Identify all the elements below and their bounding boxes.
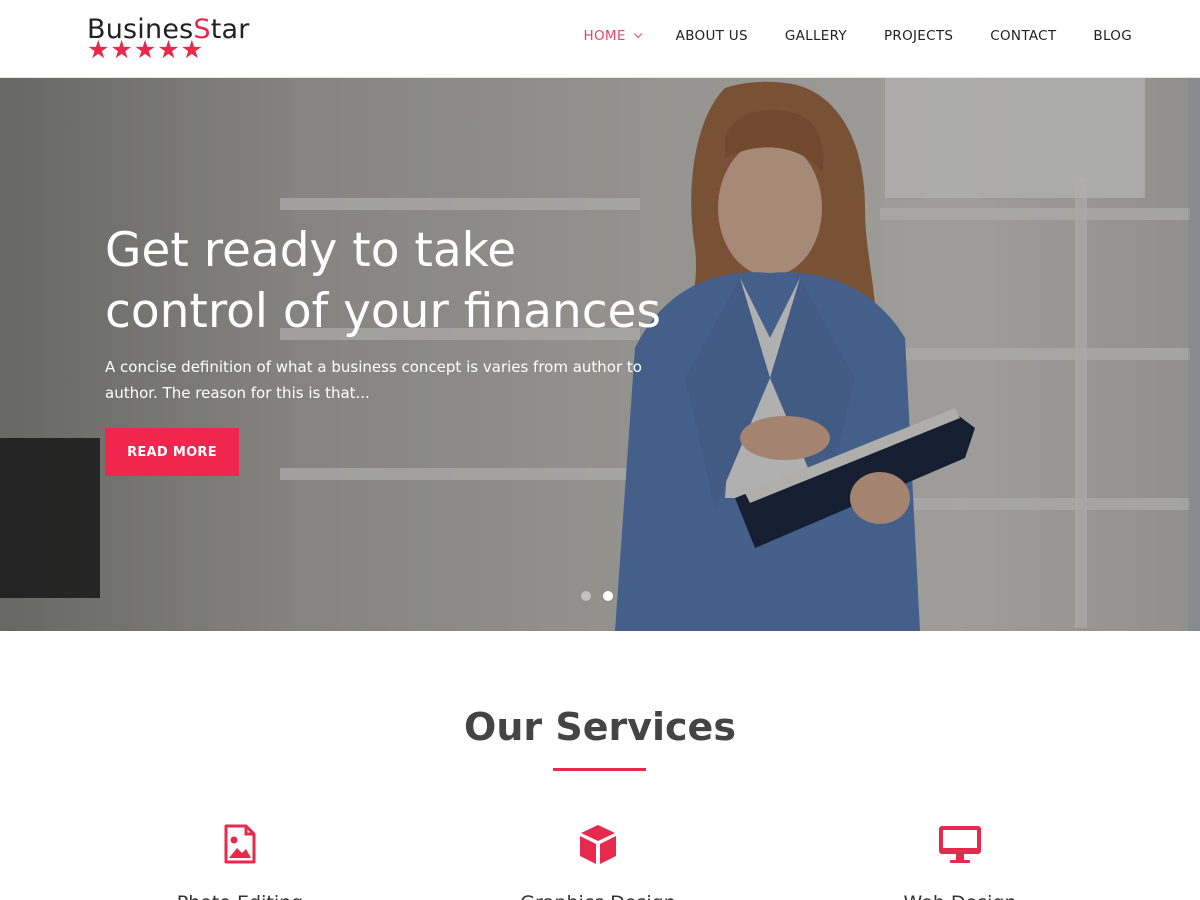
- slider-dot-2[interactable]: [603, 591, 613, 601]
- chevron-down-icon: [633, 29, 643, 39]
- services-heading: Our Services: [464, 705, 736, 749]
- slider-dot-1[interactable]: [581, 591, 591, 601]
- hero-description: A concise definition of what a business …: [105, 358, 642, 402]
- heading-underline: [553, 768, 646, 771]
- site-header: BusinesStar ★★★★★ HOME ABOUT US GALLERY …: [0, 0, 1200, 78]
- nav-item-about-us[interactable]: ABOUT US: [676, 28, 748, 44]
- hero-title: Get ready to take control of your financ…: [105, 223, 661, 339]
- main-nav: HOME ABOUT US GALLERY PROJECTS CONTACT B…: [547, 28, 1132, 44]
- cube-icon: [580, 825, 616, 864]
- service-name: Web Design: [810, 892, 1110, 900]
- site-logo[interactable]: BusinesStar ★★★★★: [87, 12, 257, 68]
- nav-item-gallery[interactable]: GALLERY: [785, 28, 847, 44]
- image-file-icon: [224, 824, 256, 864]
- service-web-design[interactable]: Web Design: [810, 822, 1110, 900]
- logo-stars: ★★★★★: [87, 36, 205, 64]
- service-name: Photo Editing: [90, 892, 390, 900]
- service-graphics-design[interactable]: Graphics Design: [448, 822, 748, 900]
- nav-item-contact[interactable]: CONTACT: [990, 28, 1056, 44]
- hero-edge-strip: [1188, 78, 1200, 631]
- read-more-button[interactable]: READ MORE: [105, 428, 239, 476]
- hero-slider: Get ready to take control of your financ…: [0, 78, 1200, 631]
- nav-item-projects[interactable]: PROJECTS: [884, 28, 953, 44]
- service-photo-editing[interactable]: Photo Editing: [90, 822, 390, 900]
- service-name: Graphics Design: [448, 892, 748, 900]
- nav-item-blog[interactable]: BLOG: [1093, 28, 1132, 44]
- monitor-icon: [939, 826, 981, 863]
- nav-item-home[interactable]: HOME: [584, 28, 643, 44]
